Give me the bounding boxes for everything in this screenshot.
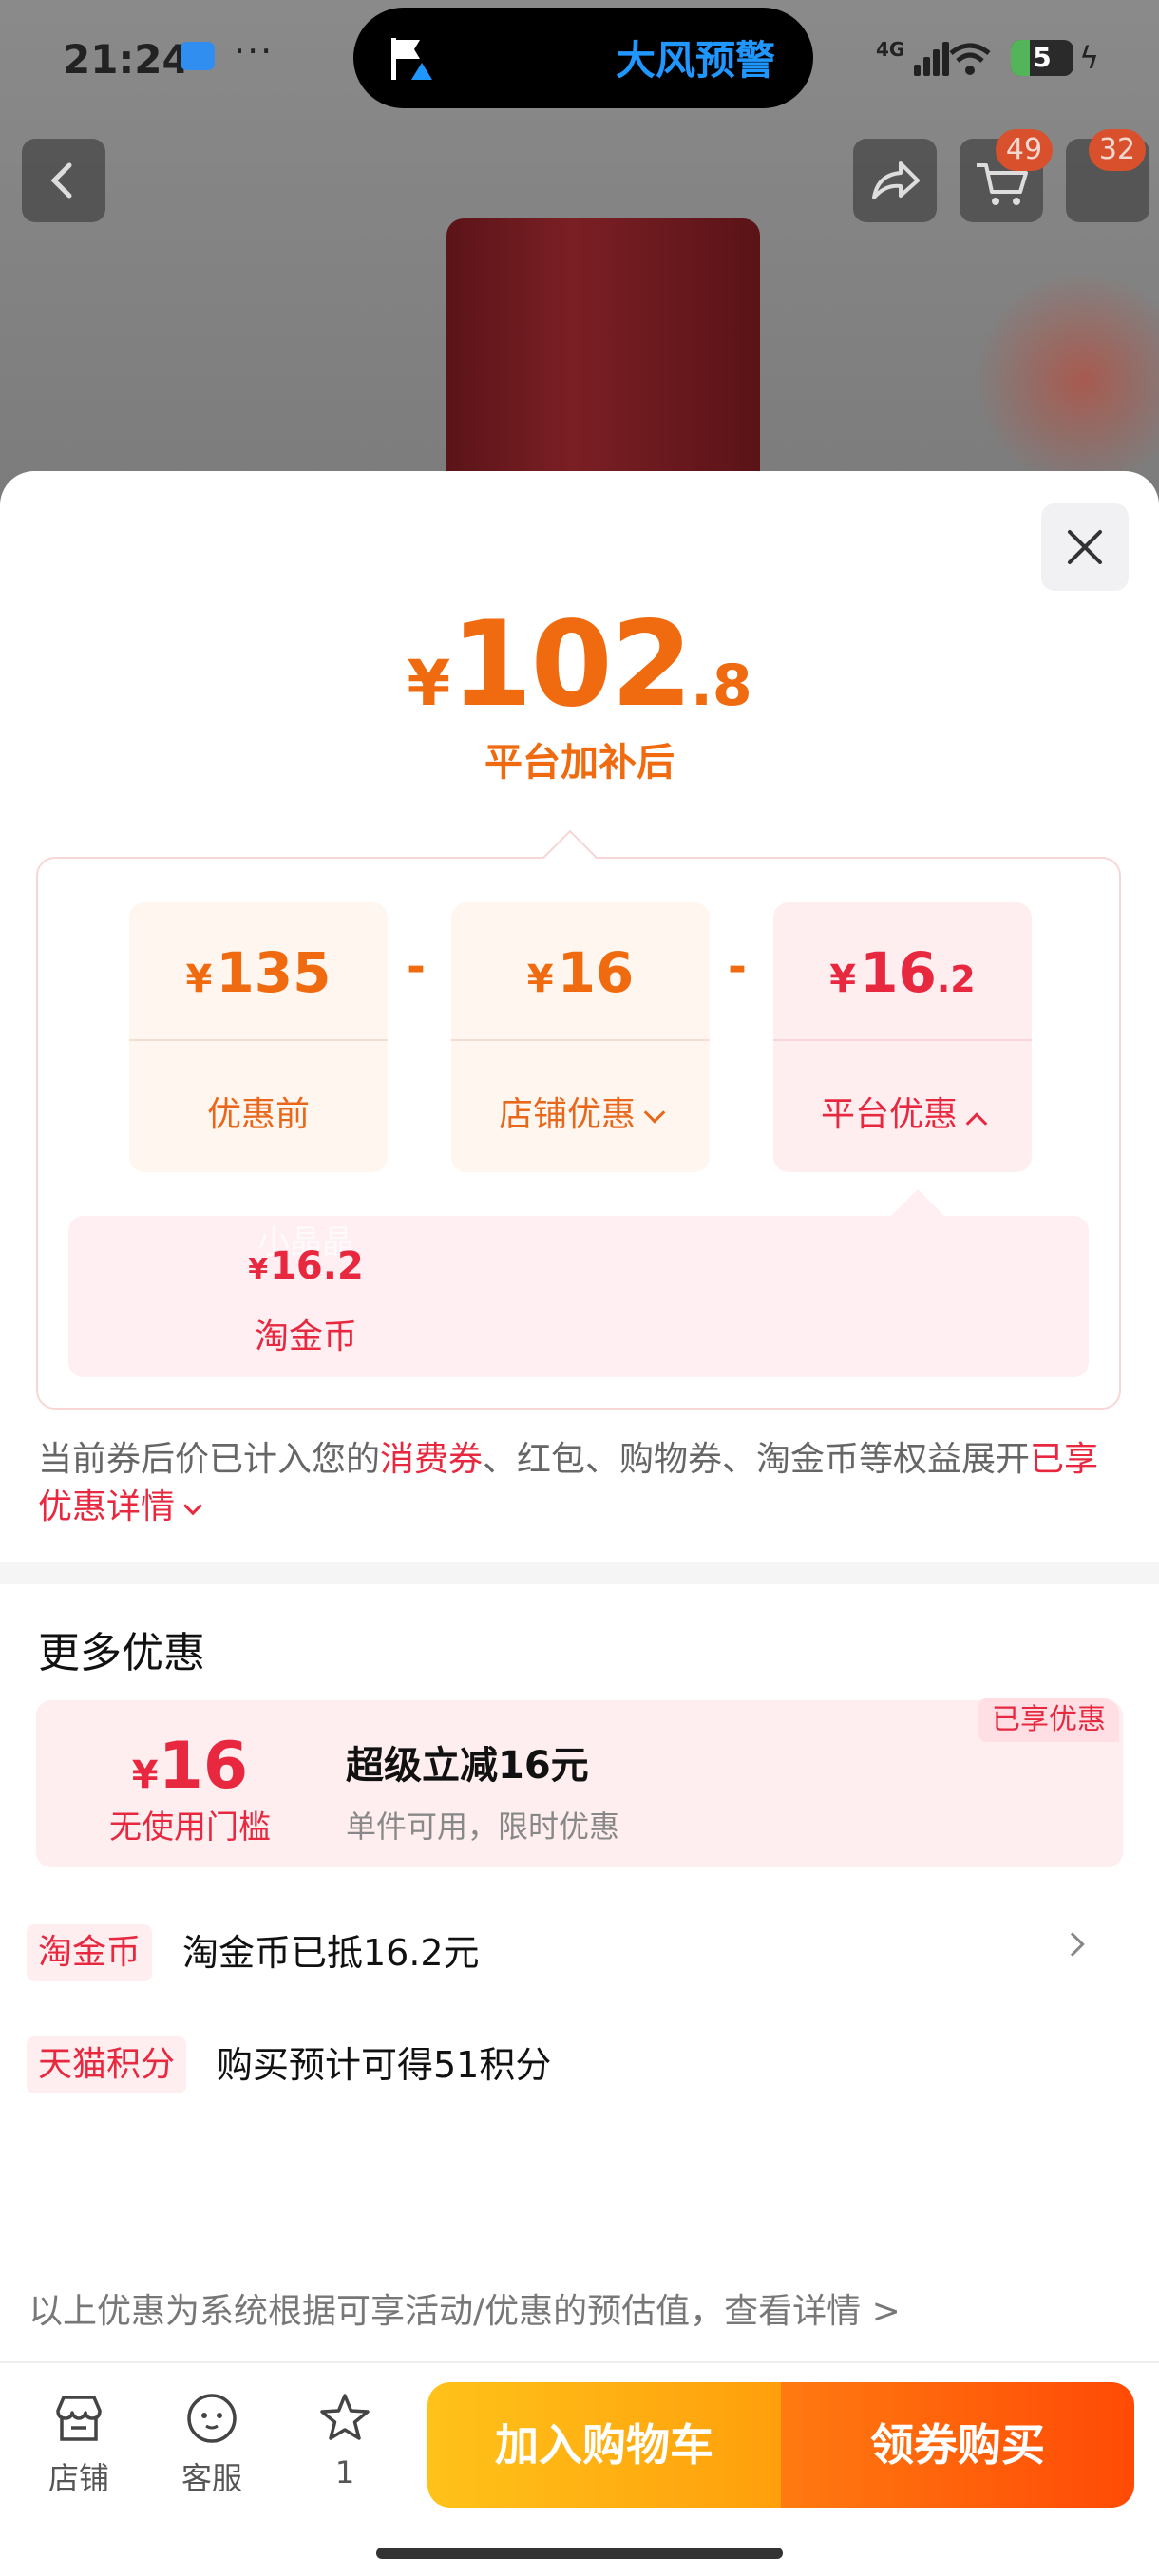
wallet-app-icon xyxy=(180,42,215,70)
battery-icon: 5 xyxy=(1011,40,1074,76)
taojinbi-amount: ¥16.2 xyxy=(248,1244,364,1288)
taojinbi-label: 淘金币 xyxy=(254,1317,357,1356)
estimate-disclaimer-link[interactable]: 以上优惠为系统根据可享活动/优惠的预估值，查看详情 > xyxy=(28,2283,901,2333)
add-to-cart-button[interactable]: 加入购物车 xyxy=(428,2382,781,2508)
charging-icon: ϟ xyxy=(1079,40,1100,76)
share-button[interactable] xyxy=(853,139,937,222)
tmall-points-tag: 天猫积分 xyxy=(27,2036,187,2093)
original-price-card: ¥135 优惠前 xyxy=(129,902,388,1172)
status-dots: ··· xyxy=(234,30,275,72)
more-button[interactable]: 32 xyxy=(1066,129,1150,222)
customer-service-button[interactable]: 客服 xyxy=(160,2390,264,2498)
battery-level: 5 xyxy=(1033,42,1052,73)
network-label: 4G xyxy=(876,38,905,61)
platform-discount-label: 平台优惠 xyxy=(820,1095,958,1134)
star-icon xyxy=(320,2394,370,2440)
coupon-description: 单件可用，限时优惠 xyxy=(346,1809,620,1845)
minus-sign: - xyxy=(728,940,747,994)
claim-coupon-buy-button[interactable]: 领券购买 xyxy=(781,2382,1134,2508)
weather-alert-icon xyxy=(391,38,432,80)
customer-service-icon xyxy=(187,2394,237,2443)
chevron-down-icon xyxy=(183,1496,202,1516)
cart-button[interactable]: 49 xyxy=(960,129,1053,222)
favorite-button[interactable]: 1 xyxy=(293,2390,397,2491)
section-divider xyxy=(0,1562,1159,1584)
back-button[interactable] xyxy=(22,139,105,222)
taojinbi-row[interactable]: 淘金币 淘金币已抵16.2元 xyxy=(27,1915,1132,1991)
share-icon xyxy=(872,161,920,199)
original-price-label: 优惠前 xyxy=(206,1095,310,1134)
coupon-condition: 无使用门槛 xyxy=(109,1809,271,1847)
minus-sign: - xyxy=(407,940,426,994)
message-count-badge: 32 xyxy=(1089,129,1146,171)
more-discounts-title: 更多优惠 xyxy=(38,1629,205,1677)
status-indicators: 4G 5 ϟ xyxy=(876,34,1123,82)
chevron-down-icon xyxy=(643,1102,666,1124)
favorite-count: 1 xyxy=(334,2454,355,2491)
island-alert-text: 大风预警 xyxy=(616,37,776,84)
close-icon xyxy=(1068,530,1102,564)
taojinbi-text: 淘金币已抵16.2元 xyxy=(182,1932,480,1974)
status-time: 21:24 xyxy=(63,36,190,83)
shop-icon xyxy=(56,2396,102,2441)
shop-discount-label: 店铺优惠 xyxy=(498,1095,636,1134)
price-subtitle: 平台加补后 xyxy=(484,741,674,785)
platform-discount-card[interactable]: ¥16.2 平台优惠 xyxy=(773,902,1032,1172)
final-price: ¥102.8 xyxy=(407,597,752,733)
enjoyed-badge: 已享优惠 xyxy=(978,1698,1119,1742)
shop-discount-card[interactable]: ¥16 店铺优惠 xyxy=(451,902,710,1172)
tmall-points-text: 购买预计可得51积分 xyxy=(217,2044,552,2086)
chevron-up-icon xyxy=(965,1112,988,1134)
cart-count-badge: 49 xyxy=(996,129,1053,171)
price-note: 当前券后价已计入您的消费券、红包、购物券、淘金币等权益展开已享优惠详情 xyxy=(38,1440,1099,1526)
home-indicator[interactable] xyxy=(376,2548,783,2559)
close-button[interactable] xyxy=(1041,503,1129,591)
shop-button[interactable]: 店铺 xyxy=(27,2390,131,2498)
coupon-title: 超级立减16元 xyxy=(346,1744,589,1788)
tmall-points-row: 天猫积分 购买预计可得51积分 xyxy=(27,2027,1132,2103)
taojinbi-tag: 淘金币 xyxy=(27,1924,153,1981)
wifi-icon xyxy=(949,43,991,75)
coupon-amount: ¥16 xyxy=(131,1729,249,1804)
back-arrow-icon xyxy=(50,162,72,199)
